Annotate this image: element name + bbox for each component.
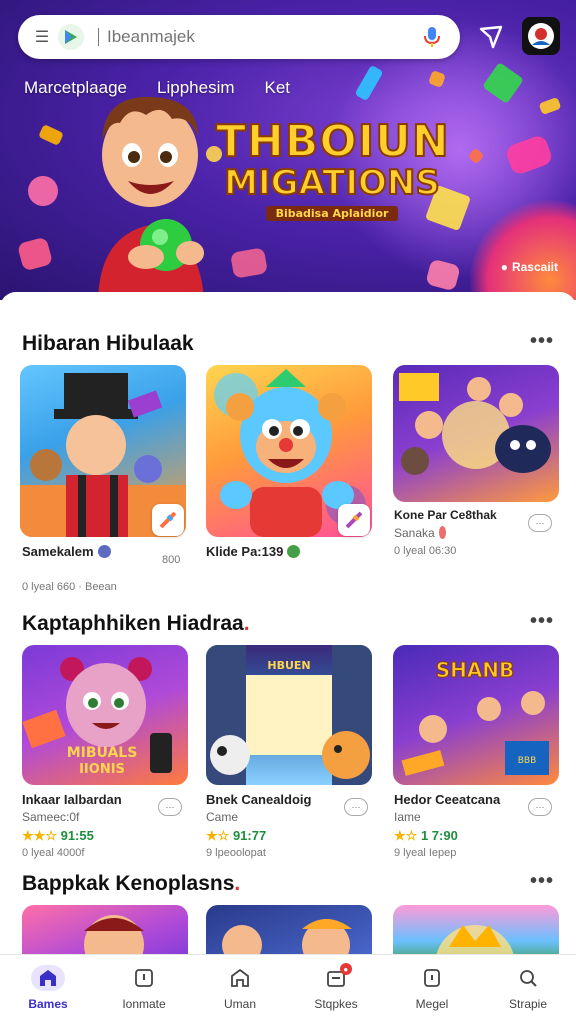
game-developer: Came [206,810,239,824]
nav-label: Uman [223,997,256,1011]
games-icon [31,965,65,991]
game-title[interactable]: Klide Pa:139 [206,544,301,559]
share-icon[interactable] [474,20,508,54]
search-input[interactable] [107,27,417,47]
download-icon[interactable]: ⋯ [344,798,368,816]
svg-text:HBUEN: HBUEN [267,659,310,672]
dot-icon: . [234,872,241,895]
game-card-image[interactable]: MIBUALS IIONIS [22,645,188,785]
nav-label: Bames [28,997,68,1011]
nav-label: Ionmate [122,997,166,1011]
svg-text:IIONIS: IIONIS [79,762,125,777]
game-count: 800 [162,554,181,566]
nav-search[interactable]: Strapie [480,955,576,1024]
game-meta: 0 lyeal 660 · Beean [22,581,117,593]
notification-badge: ● [339,963,352,975]
game-card-image[interactable]: SHANB BBB [393,645,559,785]
hero-banner[interactable]: ☰ Marcetplaage Lipphesim Ket THBOIUN MIG… [0,0,576,300]
section-title: Hibaran Hibulaak [22,332,194,355]
svg-text:BBB: BBB [518,756,537,766]
game-card-image[interactable] [393,905,559,954]
game-rating: ★★☆ 91:55 [22,828,94,843]
avatar[interactable] [522,17,560,55]
game-title[interactable]: Kone Par Ce8thak [394,508,497,522]
boy-character-illustration [98,96,204,300]
game-developer: Iame [394,810,421,824]
svg-text:SHANB: SHANB [436,658,515,682]
nav-games[interactable]: Bames [0,955,96,1024]
game-title[interactable]: Inkaar Ialbardan [22,792,122,807]
download-icon[interactable]: ⋯ [528,514,552,532]
game-rating: ★☆ 91:77 [206,828,267,843]
more-icon[interactable]: ••• [530,330,554,353]
more-icon[interactable]: ••• [530,610,554,633]
game-card-image[interactable] [22,905,188,954]
sparkle-icon: ● [500,260,508,274]
home-icon [223,965,257,991]
confetti [38,124,64,146]
more-icon[interactable]: ••• [530,870,554,893]
nav-home[interactable]: Uman [192,955,288,1024]
game-card-image[interactable] [206,905,372,954]
hero-badge[interactable]: ● Rascaiit [501,260,558,274]
hero-title-line2: MIGATIONS [223,163,441,203]
game-card-image[interactable] [393,365,559,502]
menu-icon[interactable]: ☰ [28,27,56,47]
game-meta: 9 lpeoolopat [206,847,266,859]
search-bar[interactable]: ☰ [18,15,460,59]
hero-tab[interactable]: Ket [265,78,291,98]
game-title[interactable]: Hedor Ceeatcana [394,792,500,807]
dot-icon: . [243,612,250,635]
search-icon [511,965,545,991]
nav-updates[interactable]: ● Stqpkes [288,955,384,1024]
game-developer: Sameec:0f [22,810,80,824]
hero-title-line1: THBOIUN [215,116,450,167]
game-title[interactable]: Bnek Canealdoig [206,792,311,807]
confetti [16,236,54,272]
svg-text:MIBUALS: MIBUALS [67,745,138,761]
bottom-navigation: Bames Ionmate Uman ● Stqpkes Megel Strap… [0,954,576,1024]
game-meta: 9 lyeal Iepep [394,847,457,859]
nav-label: Stqpkes [314,997,358,1011]
game-icon-badge [338,504,370,536]
verified-icon [97,545,111,558]
apps-icon [127,965,161,991]
stars-icon: ★☆ [206,828,230,843]
nav-library[interactable]: Megel [384,955,480,1024]
game-rating: ★☆ 1 7:90 [394,828,458,843]
library-icon [415,965,449,991]
stars-icon: ★★☆ [22,828,57,843]
hero-title: THBOIUN MIGATIONS Bibadisa Aplaidior [215,116,450,221]
avatar-icon [528,23,554,49]
download-icon[interactable]: ⋯ [158,798,182,816]
hero-badge-label: Rascaiit [511,260,558,274]
game-icon-badge [152,504,184,536]
hero-subtitle: Bibadisa Aplaidior [265,206,399,221]
nav-label: Megel [415,997,449,1011]
content-area: Hibaran Hibulaak ••• Samekalem 800 0 lye… [0,292,576,954]
download-icon[interactable]: ⋯ [528,798,552,816]
search-divider [98,28,99,46]
game-card-image[interactable]: HBUEN [206,645,372,785]
section-title: Kaptaphhiken Hiadraa. [22,612,250,635]
game-meta: 0 lyeal 06:30 [394,545,457,557]
mic-icon[interactable] [417,22,447,52]
verified-icon [438,526,446,539]
stars-icon: ★☆ [394,828,418,843]
confetti [28,176,58,206]
nav-label: Strapie [508,997,548,1011]
play-logo-icon [58,24,84,50]
verified-icon [287,545,301,558]
nav-apps[interactable]: Ionmate [96,955,192,1024]
game-title[interactable]: Samekalem [22,544,111,559]
section-title: Bappkak Kenoplasns. [22,872,241,895]
game-developer: Sanaka [394,526,446,540]
confetti [230,247,268,279]
game-meta: 0 lyeal 4000f [22,847,85,859]
